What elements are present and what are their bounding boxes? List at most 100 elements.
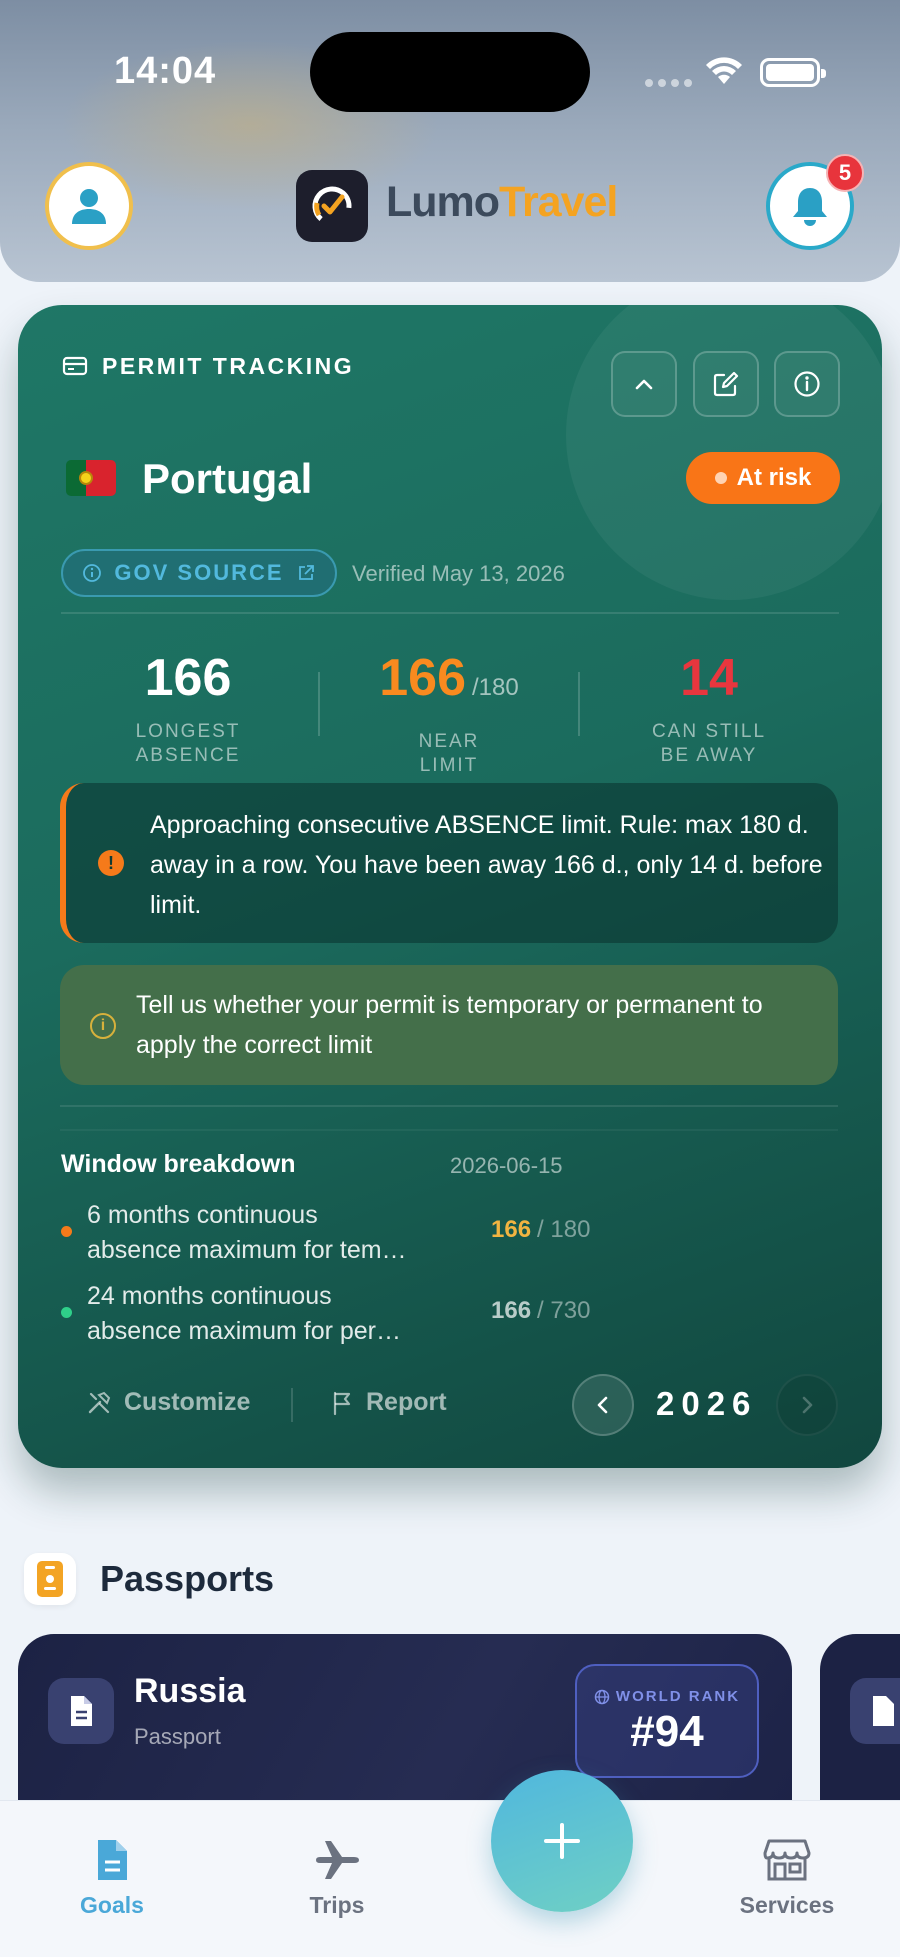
permit-tracking-card: PERMIT TRACKING Portugal At risk GOV SOU… [18, 305, 882, 1468]
customize-button[interactable]: Customize [86, 1388, 250, 1417]
stat-number: 166 [144, 649, 232, 707]
document-icon-badge [850, 1678, 900, 1744]
status-dot [61, 1307, 72, 1318]
warning-icon: ! [98, 850, 124, 876]
stat-value: 14 [584, 650, 834, 706]
stat-value: 166 [63, 650, 313, 706]
signal-icon [645, 79, 692, 87]
nav-goals-label: Goals [80, 1892, 144, 1918]
permit-type-prompt[interactable]: i Tell us whether your permit is tempora… [60, 965, 838, 1085]
nav-trips[interactable]: Trips [257, 1836, 417, 1919]
stat-near-limit: 166/180 NEAR LIMIT [324, 650, 574, 778]
info-button[interactable] [774, 351, 840, 417]
app-header: 14:04 LumoTravel [0, 0, 900, 282]
dynamic-island [310, 32, 590, 112]
profile-button[interactable] [45, 162, 133, 250]
passport-section-icon [24, 1553, 76, 1605]
passport-type: Passport [134, 1724, 221, 1749]
divider [61, 612, 839, 614]
add-button[interactable] [491, 1770, 633, 1912]
breakdown-value: 166/ 180 [491, 1216, 590, 1244]
rule-line: 6 months continuous [87, 1201, 318, 1229]
breakdown-value: 166/ 730 [491, 1297, 590, 1325]
stat-label-line: BE AWAY [660, 745, 758, 766]
nav-services-label: Services [739, 1892, 835, 1918]
window-breakdown-date: 2026-06-15 [450, 1153, 563, 1178]
chevron-up-icon [635, 379, 653, 390]
gov-source-label: GOV SOURCE [114, 560, 284, 585]
status-time: 14:04 [114, 50, 217, 92]
previous-year-button[interactable] [572, 1374, 634, 1436]
user-icon [72, 189, 106, 224]
report-label: Report [366, 1388, 447, 1416]
absence-warning-alert: ! Approaching consecutive ABSENCE limit.… [60, 783, 838, 943]
status-dot [714, 472, 727, 484]
status-text: At risk [736, 464, 812, 491]
document-icon [71, 1696, 92, 1726]
breakdown-rule: 6 months continuous absence maximum for t… [87, 1198, 447, 1268]
brand-name: LumoTravel [386, 178, 618, 227]
edit-icon [713, 371, 739, 397]
world-rank-value: #94 [630, 1707, 704, 1756]
tools-icon [88, 1391, 111, 1413]
portugal-flag-icon [66, 460, 116, 496]
world-rank-label: WORLD RANK [577, 1688, 757, 1705]
stat-label-line: ABSENCE [135, 745, 241, 766]
passport-country: Russia [134, 1672, 246, 1710]
stat-label-line: CAN STILL [651, 721, 767, 742]
report-button[interactable]: Report [330, 1388, 447, 1417]
next-year-button[interactable] [776, 1374, 838, 1436]
customize-label: Customize [124, 1388, 251, 1416]
wifi-icon [706, 57, 742, 84]
gov-source-link[interactable]: GOV SOURCE [61, 549, 337, 597]
notification-count-badge: 5 [826, 154, 864, 192]
nav-trips-label: Trips [309, 1892, 365, 1918]
flag-icon [333, 1391, 351, 1415]
airplane-icon [316, 1841, 359, 1879]
warning-text: Approaching consecutive ABSENCE limit. R… [150, 811, 823, 919]
brand-name-part1: Lumo [386, 178, 500, 226]
stat-number: 14 [680, 649, 738, 707]
status-badge: At risk [686, 452, 840, 504]
verified-date: Verified May 13, 2026 [352, 561, 565, 586]
passport-icon [37, 1561, 63, 1597]
chevron-left-icon [597, 1396, 608, 1414]
rule-line: absence maximum for tem… [87, 1236, 407, 1264]
battery-icon [760, 58, 826, 87]
breakdown-limit: / 180 [537, 1216, 591, 1243]
edit-button[interactable] [693, 351, 759, 417]
stat-label: LONGEST ABSENCE [63, 720, 313, 768]
passports-title: Passports [100, 1558, 275, 1599]
collapse-button[interactable] [611, 351, 677, 417]
stat-label-line: LONGEST [135, 721, 241, 742]
divider [60, 1105, 838, 1107]
stat-label-line: NEAR [418, 731, 480, 752]
card-icon [62, 356, 88, 376]
breakdown-limit: / 730 [537, 1297, 591, 1324]
bottom-navigation: Goals Trips Services [0, 1800, 900, 1957]
stat-suffix: /180 [472, 674, 519, 701]
stat-value: 166/180 [324, 650, 574, 716]
divider [60, 1129, 838, 1131]
info-text: Tell us whether your permit is temporary… [136, 991, 763, 1059]
status-dot [61, 1226, 72, 1237]
world-rank-badge: WORLD RANK #94 [575, 1664, 759, 1778]
nav-goals[interactable]: Goals [32, 1836, 192, 1919]
breakdown-count: 166 [491, 1297, 532, 1324]
brand-name-part2: Travel [499, 178, 618, 226]
stat-label: CAN STILL BE AWAY [584, 720, 834, 768]
world-rank-text: WORLD RANK [615, 1688, 741, 1705]
nav-services[interactable]: Services [707, 1836, 867, 1919]
country-name: Portugal [142, 455, 313, 502]
stat-can-still-be-away: 14 CAN STILL BE AWAY [584, 650, 834, 768]
document-icon-badge [48, 1678, 114, 1744]
breakdown-count: 166 [491, 1216, 532, 1243]
plus-icon [544, 1823, 580, 1859]
app-logo [296, 170, 368, 242]
info-circle-icon: i [90, 1013, 116, 1039]
rule-line: 24 months continuous [87, 1282, 332, 1310]
document-icon [873, 1696, 894, 1726]
external-link-icon [298, 565, 314, 580]
bell-icon [793, 188, 827, 226]
globe-icon [594, 1689, 610, 1704]
